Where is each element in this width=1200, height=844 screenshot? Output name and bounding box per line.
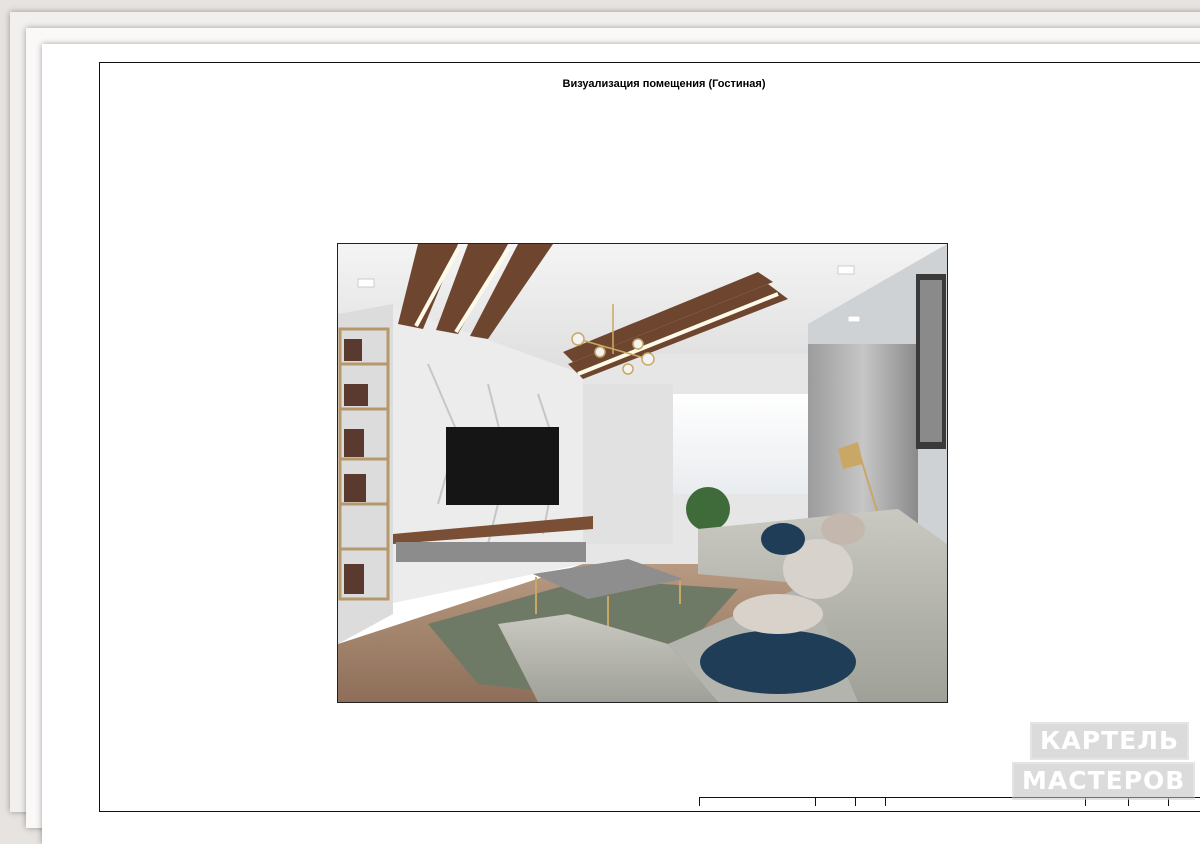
room-visualization-image (337, 243, 948, 703)
watermark-line-2: МАСТЕРОВ (1012, 762, 1196, 800)
watermark-line-1: КАРТЕЛЬ (1030, 722, 1190, 760)
watermark-logo: КАРТЕЛЬ МАСТЕРОВ (990, 716, 1200, 800)
page-title: Визуализация помещения (Гостиная) (562, 78, 766, 90)
